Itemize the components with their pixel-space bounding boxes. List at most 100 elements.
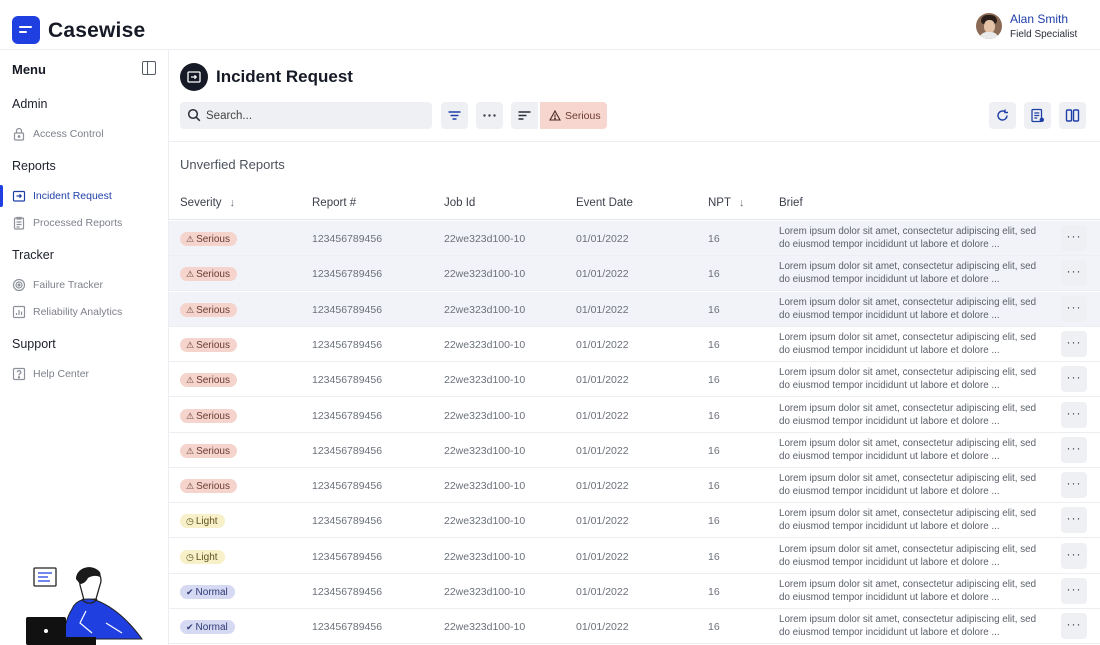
serious-icon: ⚠ [186,234,195,244]
severity-badge: ⚠ Serious [180,232,237,246]
row-more-button[interactable]: ··· [1061,366,1087,393]
event-date: 01/01/2022 [576,480,629,493]
table-row[interactable]: ⚠ Serious 123456789456 22we323d100-10 01/01/… [169,362,1100,398]
report-number: 123456789456 [312,444,383,457]
npt-value: 16 [708,480,720,493]
table-row[interactable]: ⚠ Serious 123456789456 22we323d100-10 01/01/… [169,468,1100,504]
column-label: NPT [708,197,731,209]
severity-badge: ⚠ Serious [180,373,237,388]
active-filter-chip[interactable]: Serious [540,102,607,129]
severity-label: Serious [196,269,230,281]
nav-section-support: Support [12,337,56,351]
table-row[interactable]: ⚠ Serious 123456789456 22we323d100-10 01/01/… [169,327,1100,362]
table-row[interactable]: ⚠ Serious 123456789456 22we323d100-10 01/01/… [169,433,1100,468]
filter-button[interactable] [441,102,468,129]
column-brief[interactable]: Brief [779,197,803,209]
sidebar-item-incident-request[interactable]: Incident Request [0,185,168,207]
job-id: 22we323d100-10 [444,444,526,457]
table-row[interactable]: ✔ Normal 123456789456 22we323d100-10 01/01/2… [169,609,1100,645]
column-event-date[interactable]: Event Date [576,197,633,209]
event-date: 01/01/2022 [576,550,629,563]
logo-icon [12,16,40,44]
report-number: 123456789456 [312,303,383,316]
severity-label: Serious [196,375,230,387]
sort-arrow-icon[interactable]: ↓ [739,197,745,209]
row-more-button[interactable]: ··· [1061,401,1087,428]
table-row[interactable]: ⚠ Serious 123456789456 22we323d100-10 01/01/… [169,291,1100,327]
sidebar-item-label: Failure Tracker [33,279,104,291]
brief-text: Lorem ipsum dolor sit amet, consectetur … [779,473,1037,498]
severity-badge: ⚠ Serious [180,302,237,317]
row-more-button[interactable]: ··· [1061,507,1087,534]
brief-text: Lorem ipsum dolor sit amet, consectetur … [779,331,1037,356]
lock-icon [13,127,25,141]
sort-icon [518,111,531,120]
row-more-button[interactable]: ··· [1061,578,1087,604]
brief-text: Lorem ipsum dolor sit amet, consectetur … [779,296,1037,321]
user-name: Alan Smith [1010,12,1069,26]
table-row[interactable]: ⚠ Serious 123456789456 22we323d100-10 01/01/… [169,221,1100,256]
user-profile[interactable]: Alan Smith Field Specialist [976,12,1088,42]
npt-value: 16 [708,409,720,422]
sidebar-item-processed-reports[interactable]: Processed Reports [0,212,168,234]
row-more-button[interactable]: ··· [1061,436,1087,463]
report-number: 123456789456 [312,515,383,528]
menu-title: Menu [12,62,46,77]
brief-text: Lorem ipsum dolor sit amet, consectetur … [779,367,1037,392]
severity-badge: ⚠ Serious [180,479,237,494]
app-name: Casewise [48,19,146,42]
event-date: 01/01/2022 [576,409,629,422]
table-row[interactable]: ⚠ Serious 123456789456 22we323d100-10 01/01/… [169,398,1100,433]
brief-text: Lorem ipsum dolor sit amet, consectetur … [779,579,1037,603]
table-row[interactable]: ⚠ Serious 123456789456 22we323d100-10 01/01/… [169,256,1100,292]
serious-icon: ⚠ [186,375,195,386]
event-date: 01/01/2022 [576,374,629,387]
report-number: 123456789456 [312,409,383,422]
refresh-button[interactable] [989,102,1016,129]
sidebar-item-access-control[interactable]: Access Control [0,123,168,145]
clipboard-icon [13,216,25,230]
brief-text: Lorem ipsum dolor sit amet, consectetur … [779,261,1037,286]
column-npt[interactable]: NPT ↓ [708,197,745,209]
severity-badge: ◷ Light [180,549,225,564]
event-date: 01/01/2022 [576,586,629,598]
normal-icon: ✔ [186,622,194,633]
filter-chip-label: Serious [565,110,601,122]
column-job-id[interactable]: Job Id [444,197,475,209]
normal-icon: ✔ [186,587,194,597]
table-row[interactable]: ✔ Normal 123456789456 22we323d100-10 01/01/2… [169,574,1100,609]
column-report[interactable]: Report # [312,197,356,209]
npt-value: 16 [708,233,720,245]
brief-text: Lorem ipsum dolor sit amet, consectetur … [779,437,1037,462]
event-date: 01/01/2022 [576,303,629,316]
sidebar-item-help-center[interactable]: Help Center [0,363,168,385]
avatar[interactable] [976,13,1002,39]
severity-label: Serious [196,339,230,351]
sidebar-item-failure-tracker[interactable]: Failure Tracker [0,274,168,296]
search-input[interactable] [206,106,426,125]
column-label: Severity [180,197,222,209]
sidebar-item-reliability-analytics[interactable]: Reliability Analytics [0,301,168,323]
table-row[interactable]: ◷ Light 123456789456 22we323d100-10 01/01/20… [169,503,1100,539]
row-more-button[interactable]: ··· [1061,472,1087,499]
toolbar-divider [169,141,1100,142]
sort-arrow-icon[interactable]: ↓ [230,197,236,209]
report-settings-button[interactable] [1024,102,1051,129]
npt-value: 16 [708,374,720,387]
sidebar-collapse-icon[interactable] [142,61,156,75]
column-severity[interactable]: Severity ↓ [180,197,235,209]
nav-section-tracker: Tracker [12,248,54,262]
row-more-button[interactable]: ··· [1061,260,1087,287]
more-options-button[interactable] [476,102,503,129]
sort-button[interactable] [511,102,538,129]
incident-icon [12,190,26,202]
job-id: 22we323d100-10 [444,515,526,528]
row-more-button[interactable]: ··· [1061,225,1087,251]
search-bar[interactable] [180,102,432,129]
column-layout-button[interactable] [1059,102,1086,129]
row-more-button[interactable]: ··· [1061,542,1087,569]
row-more-button[interactable]: ··· [1061,295,1087,322]
table-row[interactable]: ◷ Light 123456789456 22we323d100-10 01/01/20… [169,539,1100,574]
row-more-button[interactable]: ··· [1061,613,1087,640]
row-more-button[interactable]: ··· [1061,330,1087,357]
